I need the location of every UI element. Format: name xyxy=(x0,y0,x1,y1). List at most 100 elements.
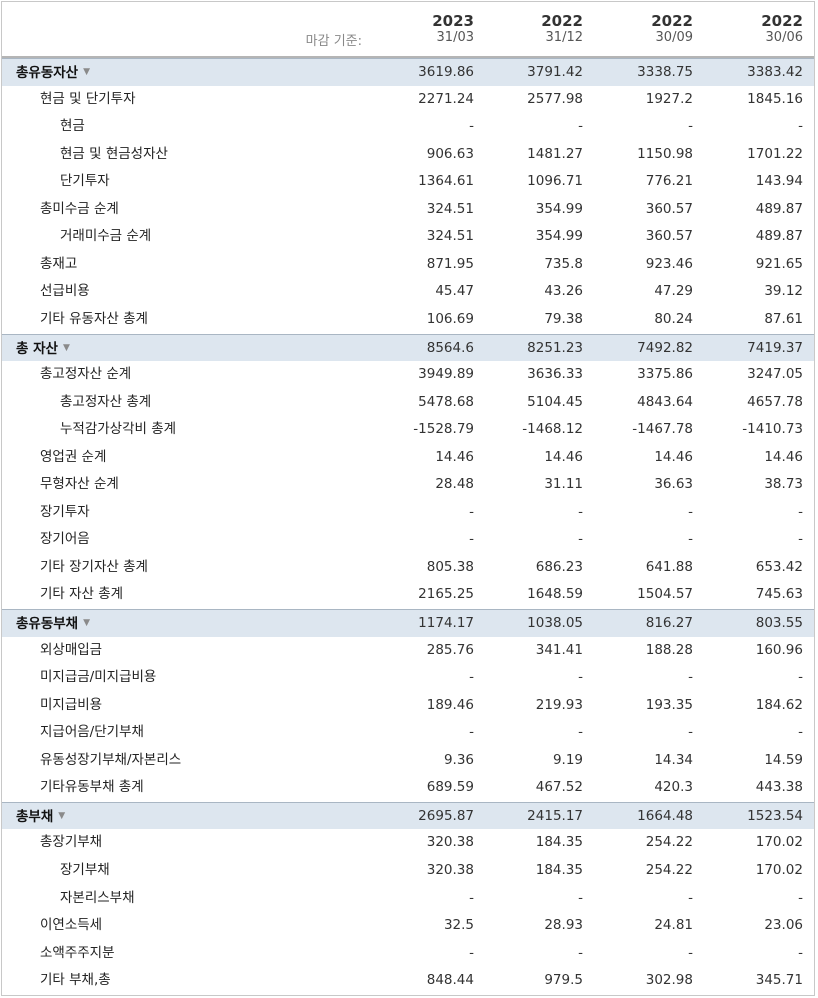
row-label-text: 미지급금/미지급비용 xyxy=(40,669,157,686)
value-cell: 254.22 xyxy=(645,861,693,878)
table-row: 기타유동부채 총계 689.59 467.52 420.3 443.38 xyxy=(2,774,814,802)
value-cell: - xyxy=(798,531,803,548)
value-cell: 3619.86 xyxy=(418,64,474,80)
row-label-text: 이연소득세 xyxy=(40,917,103,934)
row-label-text: 소액주주지분 xyxy=(40,944,115,961)
section-row[interactable]: 총유동자산 ▼ 3619.86 3791.42 3338.75 3383.42 xyxy=(2,58,814,86)
column-header-4: 2022 30/06 xyxy=(693,12,803,46)
value-cell: 28.48 xyxy=(435,476,474,493)
value-cell: - xyxy=(688,724,693,741)
row-label: 무형자산 순계 xyxy=(40,471,119,499)
chevron-down-icon[interactable]: ▼ xyxy=(63,335,70,363)
value-cell: 3791.42 xyxy=(527,64,583,80)
value-cell: 14.34 xyxy=(654,751,693,768)
value-cell: 489.87 xyxy=(755,228,803,245)
value-cell: - xyxy=(798,944,803,961)
table-row: 단기투자 1364.61 1096.71 776.21 143.94 xyxy=(2,168,814,196)
value-cell: 39.12 xyxy=(764,283,803,300)
value-cell: 8564.6 xyxy=(426,339,474,356)
value-cell: 9.19 xyxy=(552,751,583,768)
value-cell: 31.11 xyxy=(544,476,583,493)
chevron-down-icon[interactable]: ▼ xyxy=(83,610,90,638)
value-cell: - xyxy=(469,889,474,906)
column-date: 30/09 xyxy=(655,30,693,45)
chevron-down-icon[interactable]: ▼ xyxy=(83,59,90,87)
chevron-down-icon[interactable]: ▼ xyxy=(58,803,65,831)
value-cell: 87.61 xyxy=(764,310,803,327)
table-row: 장기부채 320.38 184.35 254.22 170.02 xyxy=(2,857,814,885)
row-label-text: 외상매입금 xyxy=(40,641,103,658)
value-cell: 320.38 xyxy=(426,861,474,878)
value-cell: -1410.73 xyxy=(742,421,803,438)
table-row: 선급비용 45.47 43.26 47.29 39.12 xyxy=(2,278,814,306)
value-cell: 28.93 xyxy=(544,917,583,934)
value-cell: - xyxy=(469,944,474,961)
value-cell: 79.38 xyxy=(544,310,583,327)
value-cell: - xyxy=(578,724,583,741)
value-cell: 1664.48 xyxy=(637,807,693,824)
value-cell: 14.46 xyxy=(764,448,803,465)
value-cell: - xyxy=(578,503,583,520)
table-row: 미지급금/미지급비용 - - - - xyxy=(2,664,814,692)
value-cell: 3636.33 xyxy=(527,366,583,383)
value-cell: 871.95 xyxy=(426,255,474,272)
table-row: 외상매입금 285.76 341.41 188.28 160.96 xyxy=(2,637,814,665)
value-cell: 776.21 xyxy=(645,173,693,190)
row-label-text: 거래미수금 순계 xyxy=(60,228,152,245)
value-cell: 906.63 xyxy=(426,145,474,162)
section-row[interactable]: 총 자산 ▼ 8564.6 8251.23 7492.82 7419.37 xyxy=(2,333,814,363)
value-cell: 7492.82 xyxy=(637,339,693,356)
row-label-text: 현금 및 단기투자 xyxy=(40,90,136,107)
value-cell: 345.71 xyxy=(755,972,803,989)
value-cell: -1528.79 xyxy=(413,421,474,438)
table-row: 현금 및 현금성자산 906.63 1481.27 1150.98 1701.22 xyxy=(2,141,814,169)
table-row: 지급어음/단기부채 - - - - xyxy=(2,719,814,747)
value-cell: - xyxy=(688,531,693,548)
table-row: 기타 부채,총 848.44 979.5 302.98 345.71 xyxy=(2,967,814,995)
row-label-text: 누적감가상각비 총계 xyxy=(60,421,177,438)
value-cell: 193.35 xyxy=(645,696,693,713)
value-cell: - xyxy=(469,724,474,741)
value-cell: 1150.98 xyxy=(637,145,693,162)
value-cell: 219.93 xyxy=(535,696,583,713)
value-cell: 805.38 xyxy=(426,558,474,575)
row-label-text: 장기부채 xyxy=(60,861,110,878)
table-row: 거래미수금 순계 324.51 354.99 360.57 489.87 xyxy=(2,223,814,251)
row-label: 소액주주지분 xyxy=(40,940,115,968)
value-cell: 285.76 xyxy=(426,641,474,658)
section-row[interactable]: 총부채 ▼ 2695.87 2415.17 1664.48 1523.54 xyxy=(2,801,814,831)
value-cell: - xyxy=(469,669,474,686)
value-cell: 2577.98 xyxy=(527,90,583,107)
column-year: 2023 xyxy=(432,12,474,30)
column-date: 31/12 xyxy=(545,30,583,45)
row-label: 누적감가상각비 총계 xyxy=(60,416,176,444)
value-cell: 254.22 xyxy=(645,834,693,851)
value-cell: 816.27 xyxy=(645,615,693,631)
row-label-text: 단기투자 xyxy=(60,173,110,190)
value-cell: 354.99 xyxy=(535,228,583,245)
value-cell: 184.35 xyxy=(535,834,583,851)
table-row: 소액주주지분 - - - - xyxy=(2,940,814,968)
value-cell: 43.26 xyxy=(544,283,583,300)
row-label-text: 자본리스부채 xyxy=(60,889,135,906)
section-row[interactable]: 총유동부채 ▼ 1174.17 1038.05 816.27 803.55 xyxy=(2,609,814,637)
row-label: 현금 xyxy=(60,113,85,141)
row-label: 미지급비용 xyxy=(40,692,102,720)
value-cell: - xyxy=(688,503,693,520)
value-cell: 921.65 xyxy=(755,255,803,272)
row-label: 자본리스부채 xyxy=(60,885,135,913)
value-cell: - xyxy=(578,889,583,906)
row-label: 유동성장기부채/자본리스 xyxy=(40,747,181,775)
row-label-text: 기타 부채,총 xyxy=(40,972,111,989)
value-cell: - xyxy=(688,118,693,135)
row-label: 현금 및 현금성자산 xyxy=(60,141,168,169)
value-cell: 5478.68 xyxy=(418,393,474,410)
row-label-text: 총부채 xyxy=(16,808,54,825)
table-row: 총장기부채 320.38 184.35 254.22 170.02 xyxy=(2,829,814,857)
row-label: 외상매입금 xyxy=(40,637,102,665)
value-cell: 3383.42 xyxy=(747,64,803,80)
table-row: 기타 유동자산 총계 106.69 79.38 80.24 87.61 xyxy=(2,306,814,334)
table-row: 무형자산 순계 28.48 31.11 36.63 38.73 xyxy=(2,471,814,499)
value-cell: 5104.45 xyxy=(527,393,583,410)
row-label-text: 미지급비용 xyxy=(40,696,103,713)
